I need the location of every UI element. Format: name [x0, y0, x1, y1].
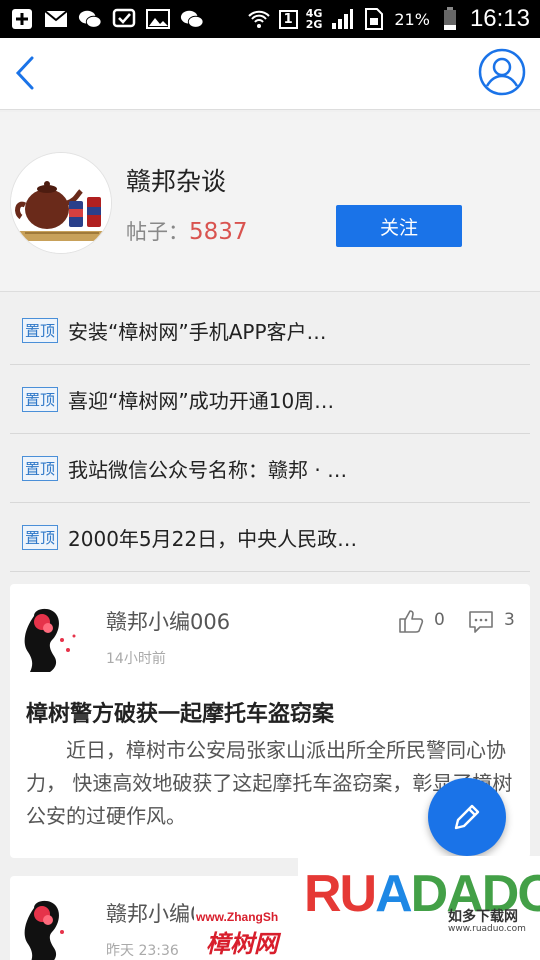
author-avatar: [24, 606, 84, 672]
pinned-badge: 置顶: [22, 524, 59, 550]
back-button[interactable]: [8, 50, 48, 96]
pinned-title: 喜迎“樟树网”成功开通10周…: [68, 388, 335, 413]
check-chat-icon: [112, 7, 136, 31]
network-type: 4G 2G: [305, 7, 323, 31]
add-box-icon: [10, 7, 34, 31]
download-site-logo: RUADADO 如多下载网 www.ruaduo.com: [298, 856, 540, 960]
pinned-item[interactable]: 置顶 喜迎“樟树网”成功开通10周…: [10, 365, 530, 434]
thumbs-up-icon[interactable]: [398, 608, 424, 634]
pinned-item[interactable]: 置顶 安装“樟树网”手机APP客户…: [10, 296, 530, 365]
pinned-title: 安装“樟树网”手机APP客户…: [68, 319, 327, 344]
author-name[interactable]: 赣邦小编006: [106, 606, 230, 636]
teapot-image: [11, 153, 111, 253]
battery-percent: 21%: [394, 9, 430, 29]
wechat-icon-2: [180, 7, 204, 31]
pinned-title: 2000年5月22日，中央人民政…: [68, 526, 358, 551]
post-count: 帖子：5837: [126, 216, 248, 246]
pinned-item[interactable]: 置顶 2000年5月22日，中央人民政…: [10, 503, 530, 572]
woman-silhouette-image: [24, 898, 84, 960]
wechat-icon: [78, 7, 102, 31]
pinned-badge: 置顶: [22, 386, 59, 412]
forum-name: 赣邦杂谈: [126, 167, 227, 196]
compose-button[interactable]: [428, 778, 506, 856]
battery-icon: [438, 7, 462, 31]
site-watermark: www.ZhangSh 樟树网: [194, 902, 298, 960]
forum-avatar: [10, 152, 112, 254]
comment-count: 3: [504, 610, 515, 630]
post-count-label: 帖子：: [126, 220, 189, 244]
signal-icon: [330, 7, 354, 31]
watermark-site-name: 樟树网: [206, 929, 278, 958]
sim-card-icon: [362, 7, 386, 31]
pinned-item[interactable]: 置顶 我站微信公众号名称：赣邦 · …: [10, 434, 530, 503]
post-title[interactable]: 樟树警方破获一起摩托车盗窃案: [26, 696, 334, 728]
logo-subtitle: 如多下载网: [448, 909, 518, 925]
wifi-icon: [247, 7, 271, 31]
like-count: 0: [434, 610, 445, 630]
watermark-url: www.ZhangSh: [196, 910, 279, 924]
pinned-list: 置顶 安装“樟树网”手机APP客户… 置顶 喜迎“樟树网”成功开通10周… 置顶…: [0, 296, 540, 572]
logo-url: www.ruaduo.com: [448, 924, 526, 934]
user-profile-button[interactable]: [478, 48, 526, 96]
pinned-badge: 置顶: [22, 455, 59, 481]
user-circle-icon: [478, 48, 526, 96]
clock: 16:13: [469, 5, 530, 32]
post-time: 昨天 23:36: [106, 943, 179, 959]
post-count-value: 5837: [189, 219, 248, 245]
top-nav-bar: [0, 38, 540, 110]
pencil-icon: [454, 804, 480, 830]
chevron-left-icon: [15, 56, 34, 90]
follow-button[interactable]: 关注: [336, 205, 462, 247]
pinned-badge: 置顶: [22, 317, 59, 343]
author-avatar: [24, 898, 84, 960]
comment-icon[interactable]: [468, 610, 494, 634]
woman-silhouette-image: [24, 606, 84, 672]
image-icon: [146, 7, 170, 31]
forum-header: 赣邦杂谈 帖子：5837 关注: [0, 112, 540, 292]
mail-icon: [44, 7, 68, 31]
pinned-title: 我站微信公众号名称：赣邦 · …: [68, 457, 348, 482]
status-bar: 1 4G 2G 21% 16:13: [0, 0, 540, 38]
sim-indicator: 1: [278, 9, 298, 29]
post-time: 14小时前: [106, 651, 166, 667]
